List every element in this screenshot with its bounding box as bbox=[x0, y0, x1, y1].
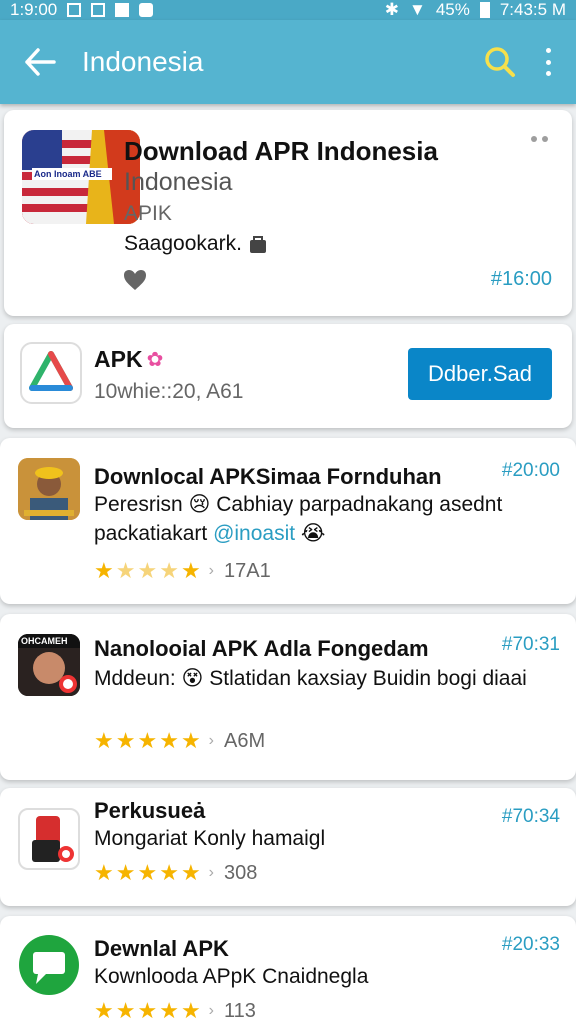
wifi-icon: ▼ bbox=[408, 0, 426, 19]
star-rating: ★ ★ ★ ★ ★ › 308 bbox=[94, 860, 257, 886]
star-icon: ★ bbox=[137, 860, 158, 885]
status-time-left: 1:9:00 bbox=[10, 0, 58, 19]
back-arrow-icon[interactable] bbox=[22, 44, 58, 80]
list-item[interactable]: Perkusueȧ #70:34 Mongariat Konly hamaigl… bbox=[0, 788, 576, 906]
battery-icon bbox=[479, 2, 490, 18]
item-title: Perkusueȧ bbox=[94, 798, 206, 823]
apk-logo-icon bbox=[20, 342, 82, 404]
mention-link[interactable]: @inoasit bbox=[213, 522, 295, 545]
phone-thumbnail-icon bbox=[18, 808, 80, 870]
star-icon: ★ bbox=[115, 558, 136, 583]
page-title: Indonesia bbox=[82, 46, 204, 77]
heart-icon[interactable] bbox=[122, 268, 148, 292]
star-icon: ★ bbox=[180, 998, 201, 1023]
item-time: #20:00 bbox=[501, 460, 560, 481]
item-description: Kownlooda APpK Cnaidnegla bbox=[94, 965, 369, 988]
rating-count: A6M bbox=[224, 729, 266, 752]
star-icon: ★ bbox=[137, 558, 158, 583]
chevron-icon: › bbox=[208, 1002, 214, 1019]
featured-app-subtitle: Indonesia bbox=[124, 168, 233, 196]
rating-count: 308 bbox=[224, 861, 258, 884]
star-rating: ★ ★ ★ ★ ★ › A6M bbox=[94, 728, 265, 754]
face-thumbnail-icon: OHCAMEH bbox=[18, 634, 80, 696]
thumbnail-caption: OHCAMEH bbox=[21, 636, 68, 646]
star-icon: ★ bbox=[180, 860, 201, 885]
star-icon: ★ bbox=[115, 860, 136, 885]
item-title: Downlocal APKSimaa Fornduhan bbox=[94, 464, 442, 489]
featured-app-name: Download APR Indonesia bbox=[124, 136, 438, 166]
battery-percent: 45% bbox=[435, 0, 470, 19]
star-icon: ★ bbox=[180, 558, 201, 583]
worker-thumbnail-icon bbox=[18, 458, 80, 520]
star-icon: ★ bbox=[159, 860, 179, 885]
featured-desc-text: Saagookark. bbox=[124, 232, 242, 255]
edit-notification-icon bbox=[115, 3, 130, 17]
apk-meta: 10whie::20, A61 bbox=[94, 380, 244, 403]
star-icon: ★ bbox=[94, 860, 114, 885]
featured-app-type: APIK bbox=[124, 202, 172, 225]
list-item[interactable]: OHCAMEH Nanolooial APK Adla Fongedam #70… bbox=[0, 614, 576, 780]
star-icon: ★ bbox=[137, 998, 158, 1023]
apk-card[interactable]: APK ✿ 10whie::20, A61 Ddber.Sad bbox=[4, 324, 572, 428]
star-icon: ★ bbox=[115, 998, 136, 1023]
bluetooth-icon: ✱ bbox=[384, 0, 399, 19]
rating-count: 113 bbox=[224, 999, 256, 1022]
chevron-icon: › bbox=[208, 562, 214, 579]
item-title: Dewnlal APK bbox=[94, 936, 229, 961]
search-icon[interactable] bbox=[482, 44, 518, 80]
more-options-icon[interactable] bbox=[542, 48, 554, 76]
overflow-menu-icon[interactable] bbox=[531, 136, 548, 142]
featured-app-description: Saagookark. bbox=[124, 232, 268, 256]
status-clock: 7:43:5 M bbox=[499, 0, 566, 19]
status-bar: 1:9:00 ✱ ▼ 45% 7:43:5 M bbox=[0, 0, 576, 20]
item-time: #70:31 bbox=[501, 634, 560, 655]
item-description: Mongariat Konly hamaigl bbox=[94, 827, 326, 850]
star-icon: ★ bbox=[137, 728, 158, 753]
rating-count: 17A1 bbox=[224, 559, 271, 582]
apk-name-text: APK bbox=[94, 346, 143, 372]
pinwheel-icon: ✿ bbox=[146, 349, 164, 371]
star-icon: ★ bbox=[94, 998, 114, 1023]
star-icon: ★ bbox=[94, 728, 114, 753]
bag-icon bbox=[249, 236, 266, 253]
chevron-icon: › bbox=[208, 864, 214, 881]
download-button[interactable]: Ddber.Sad bbox=[408, 348, 552, 400]
notification-icon bbox=[67, 3, 82, 17]
item-description: Peresrisn 😢 Cabhiay parpadnakang asednt … bbox=[94, 490, 544, 548]
star-icon: ★ bbox=[115, 728, 136, 753]
image-notification-icon bbox=[91, 3, 106, 17]
apk-name: APK ✿ bbox=[94, 346, 163, 373]
star-rating: ★ ★ ★ ★ ★ › 113 bbox=[94, 998, 256, 1024]
chevron-icon: › bbox=[208, 732, 214, 749]
file-notification-icon bbox=[139, 3, 154, 17]
app-bar: Indonesia bbox=[0, 20, 576, 104]
star-rating: ★ ★ ★ ★ ★ › 17A1 bbox=[94, 558, 271, 584]
flag-icon-caption: Aon Inoam ABE bbox=[34, 169, 102, 179]
featured-app-card[interactable]: Aon Inoam ABE Download APR Indonesia Ind… bbox=[4, 110, 572, 316]
list-item[interactable]: Downlocal APKSimaa Fornduhan #20:00 Pere… bbox=[0, 438, 576, 604]
item-time: #20:33 bbox=[501, 934, 560, 955]
star-icon: ★ bbox=[180, 728, 201, 753]
star-icon: ★ bbox=[94, 558, 114, 583]
item-desc-emoji: 😭 bbox=[295, 522, 326, 545]
chat-app-icon bbox=[18, 934, 80, 996]
flag-app-icon: Aon Inoam ABE bbox=[22, 130, 140, 224]
item-description: Mddeun: 😵 Stlatidan kaxsiay Buidin bogi … bbox=[94, 667, 527, 690]
item-title: Nanolooial APK Adla Fongedam bbox=[94, 636, 429, 661]
star-icon: ★ bbox=[159, 728, 179, 753]
list-item[interactable]: Dewnlal APK #20:33 Kownlooda APpK Cnaidn… bbox=[0, 916, 576, 1024]
star-icon: ★ bbox=[159, 998, 179, 1023]
featured-time: #16:00 bbox=[490, 268, 552, 290]
star-icon: ★ bbox=[159, 558, 179, 583]
